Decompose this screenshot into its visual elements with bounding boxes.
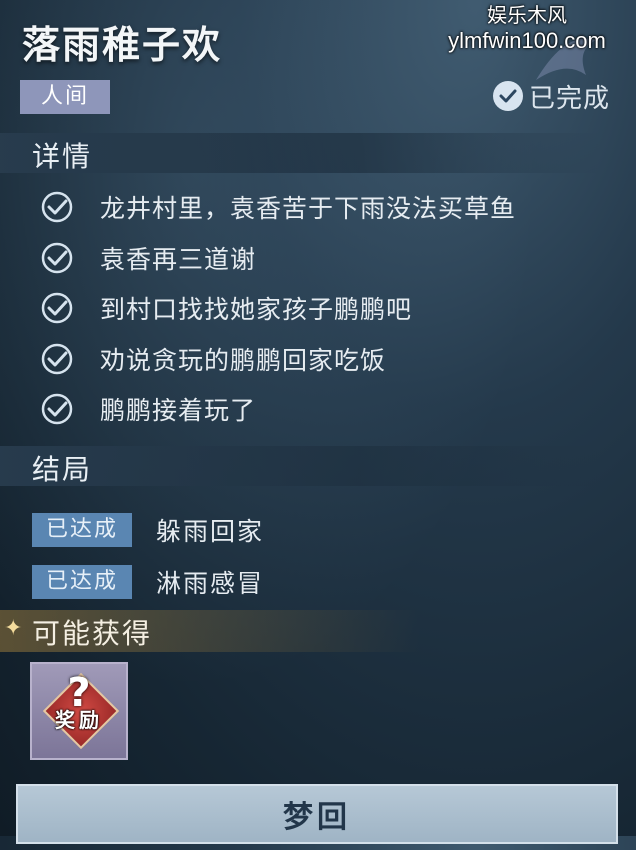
objective-text: 鹏鹏接着玩了 (100, 396, 257, 426)
ending-item: 已达成 淋雨感冒 (32, 556, 264, 608)
watermark: 娱乐木风 ylmfwin100.com (422, 4, 632, 54)
check-icon (41, 394, 73, 425)
objective-text: 到村口找找她家孩子鹏鹏吧 (100, 295, 413, 325)
check-icon (41, 293, 73, 324)
endings-header: 结局 (0, 446, 600, 486)
objective-item: 龙井村里，袁香苦于下雨没法买草鱼 (40, 182, 516, 233)
check-icon (41, 192, 73, 223)
status-text: 已完成 (528, 83, 610, 114)
completed-check-icon (492, 81, 523, 111)
completion-status: 已完成 (492, 78, 610, 114)
watermark-line1: 娱乐木风 (487, 5, 567, 27)
replay-dream-button[interactable]: 梦回 (16, 784, 618, 844)
check-icon (41, 343, 73, 374)
reward-label: 奖励 (55, 708, 103, 732)
reward-item-slot[interactable]: ? 奖励 (30, 662, 128, 760)
objective-item: 到村口找找她家孩子鹏鹏吧 (40, 283, 516, 334)
objective-item: 鹏鹏接着玩了 (40, 384, 516, 435)
rewards-header-label: 可能获得 (32, 617, 153, 650)
ending-item: 已达成 躲雨回家 (32, 504, 264, 556)
endings-header-label: 结局 (32, 453, 93, 486)
achieved-badge: 已达成 (32, 513, 132, 547)
ending-text: 躲雨回家 (156, 517, 265, 546)
watermark-line2: ylmfwin100.com (448, 28, 606, 53)
details-header-label: 详情 (32, 140, 93, 173)
details-header: 详情 (0, 133, 600, 173)
category-tag: 人间 (20, 80, 110, 114)
rewards-header: ✦ 可能获得 (0, 610, 420, 652)
sparkle-icon: ✦ (4, 616, 23, 641)
ending-list: 已达成 躲雨回家 已达成 淋雨感冒 (32, 504, 264, 608)
achieved-badge: 已达成 (32, 565, 132, 599)
check-icon (41, 242, 73, 273)
objective-text: 袁香再三道谢 (100, 244, 257, 274)
objective-item: 劝说贪玩的鹏鹏回家吃饭 (40, 334, 516, 385)
objective-text: 劝说贪玩的鹏鹏回家吃饭 (100, 345, 387, 375)
ending-text: 淋雨感冒 (156, 569, 265, 598)
objective-list: 龙井村里，袁香苦于下雨没法买草鱼 袁香再三道谢 到村口找找她家孩子鹏鹏吧 劝说贪… (40, 182, 516, 435)
objective-text: 龙井村里，袁香苦于下雨没法买草鱼 (100, 194, 517, 224)
quest-title: 落雨稚子欢 (22, 22, 223, 67)
objective-item: 袁香再三道谢 (40, 233, 516, 284)
